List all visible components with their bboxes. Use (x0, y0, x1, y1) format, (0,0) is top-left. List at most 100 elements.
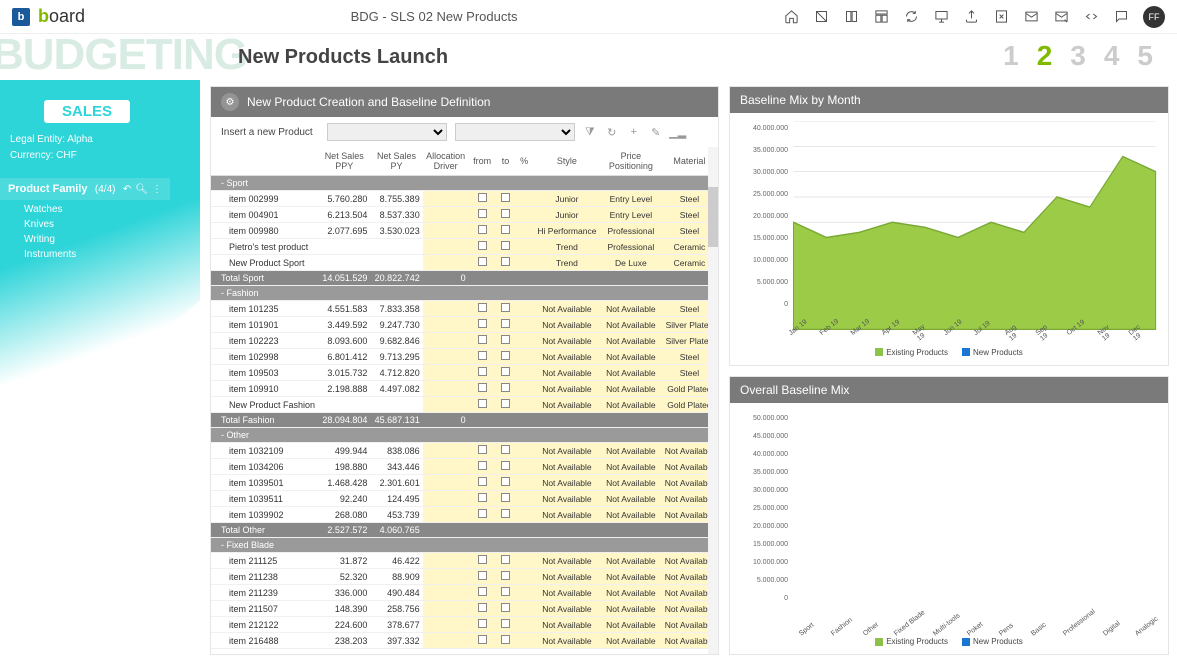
product-family-header[interactable]: Product Family (4/4) ↶ 🔍︎ ⋮ (0, 178, 170, 200)
bar-chart (736, 411, 1162, 415)
menu-icon[interactable]: ⋮ (152, 184, 162, 195)
table-row[interactable]: Pietro's test productTrendProfessionalCe… (211, 239, 718, 255)
column-header[interactable]: Price Positioning (601, 147, 661, 176)
total-row: Total Other2.527.5724.060.765 (211, 523, 718, 538)
total-row: Total Fashion28.094.80445.687.1310 (211, 413, 718, 428)
table-row[interactable]: item 1032109499.944838.086Not AvailableN… (211, 443, 718, 459)
table-row[interactable]: item 1029986.801.4129.713.295Not Availab… (211, 349, 718, 365)
table-row[interactable]: item 1095033.015.7324.712.820Not Availab… (211, 365, 718, 381)
column-header[interactable]: Style (533, 147, 601, 176)
panel-header-chart1: Baseline Mix by Month (730, 87, 1168, 113)
step-3[interactable]: 3 (1070, 40, 1086, 72)
column-header[interactable]: from (469, 147, 496, 176)
group-header[interactable]: - Fashion (211, 286, 718, 301)
app-logo-badge: b (12, 8, 30, 26)
column-header[interactable]: Net Sales PY (370, 147, 422, 176)
total-row: Total Sport14.051.52920.822.7420 (211, 271, 718, 286)
product-family-count: (4/4) (95, 184, 116, 195)
table-row[interactable]: item 1039902268.080453.739Not AvailableN… (211, 507, 718, 523)
table-row[interactable]: item 1019013.449.5929.247.730Not Availab… (211, 317, 718, 333)
table-row[interactable]: item 10395011.468.4282.301.601Not Availa… (211, 475, 718, 491)
table-row[interactable]: New Product FashionNot AvailableNot Avai… (211, 397, 718, 413)
background-title: BUDGETING (0, 30, 247, 80)
overall-baseline-panel: Overall Baseline Mix 50.000.00045.000.00… (729, 376, 1169, 656)
home-icon[interactable] (783, 9, 799, 25)
table-row[interactable]: item 1022238.093.6009.682.846Not Availab… (211, 333, 718, 349)
family-item[interactable]: Watches (24, 202, 76, 217)
table-row[interactable]: item 21112531.87246.422Not AvailableNot … (211, 553, 718, 569)
refresh-icon[interactable] (903, 9, 919, 25)
step-4[interactable]: 4 (1104, 40, 1120, 72)
table-row[interactable]: item 1034206198.880343.446Not AvailableN… (211, 459, 718, 475)
toolbar-icons: FF (783, 6, 1165, 28)
mail-icon[interactable] (1023, 9, 1039, 25)
group-header[interactable]: - Fixed Blade (211, 538, 718, 553)
baseline-month-panel: Baseline Mix by Month 40.000.00035.000.0… (729, 86, 1169, 366)
code-icon[interactable] (1083, 9, 1099, 25)
panel-header-left: ⚙︎ New Product Creation and Baseline Def… (211, 87, 718, 117)
column-header[interactable] (211, 147, 318, 176)
app-logo-text: board (38, 6, 85, 27)
area-chart: 40.000.00035.000.00030.000.00025.000.000… (736, 121, 1162, 330)
export-icon[interactable] (963, 9, 979, 25)
step-2[interactable]: 2 (1037, 40, 1053, 72)
chart2-body: 50.000.00045.000.00040.000.00035.000.000… (730, 403, 1168, 655)
table-row[interactable]: item 1099102.198.8884.497.082Not Availab… (211, 381, 718, 397)
product-table[interactable]: Net Sales PPYNet Sales PYAllocation Driv… (211, 147, 718, 654)
panel-title-chart2: Overall Baseline Mix (740, 383, 849, 397)
table-row[interactable]: item 103951192.240124.495Not AvailableNo… (211, 491, 718, 507)
edit-icon[interactable]: ✎ (649, 125, 663, 139)
chart-icon[interactable]: ▁▂ (671, 125, 685, 139)
panel-title-chart1: Baseline Mix by Month (740, 93, 861, 107)
column-header[interactable]: % (515, 147, 533, 176)
column-header[interactable]: Allocation Driver (423, 147, 469, 176)
sales-badge: SALES (44, 100, 130, 123)
table-row[interactable]: item 0049016.213.5048.537.330JuniorEntry… (211, 207, 718, 223)
table-row[interactable]: item 1012354.551.5837.833.358Not Availab… (211, 301, 718, 317)
chat-icon[interactable] (1113, 9, 1129, 25)
insert-label: Insert a new Product (221, 127, 313, 138)
product-creation-panel: ⚙︎ New Product Creation and Baseline Def… (210, 86, 719, 655)
group-header[interactable]: - Other (211, 428, 718, 443)
insert-select-2[interactable] (455, 123, 575, 141)
product-family-list: WatchesKnivesWritingInstruments (24, 202, 76, 262)
header-strip: BUDGETING New Products Launch 12345 (0, 34, 1177, 80)
group-header[interactable]: - Sport (211, 176, 718, 191)
table-row[interactable]: item 211507148.390258.756Not AvailableNo… (211, 601, 718, 617)
step-5[interactable]: 5 (1137, 40, 1153, 72)
insert-toolbar: Insert a new Product ⧩ ↻ + ✎ ▁▂ (211, 117, 718, 147)
excel-icon[interactable] (993, 9, 1009, 25)
add-icon[interactable]: + (627, 125, 641, 139)
present-icon[interactable] (933, 9, 949, 25)
column-header[interactable]: to (496, 147, 516, 176)
reload-icon[interactable]: ↻ (605, 125, 619, 139)
family-item[interactable]: Instruments (24, 247, 76, 262)
table-row[interactable]: item 211239336.000490.484Not AvailableNo… (211, 585, 718, 601)
insert-select-1[interactable] (327, 123, 447, 141)
family-item[interactable]: Knives (24, 217, 76, 232)
right-column: Baseline Mix by Month 40.000.00035.000.0… (729, 86, 1169, 655)
gear-icon[interactable]: ⚙︎ (221, 93, 239, 111)
scrollbar[interactable] (708, 147, 718, 654)
family-item[interactable]: Writing (24, 232, 76, 247)
step-1[interactable]: 1 (1003, 40, 1019, 72)
book-icon[interactable] (843, 9, 859, 25)
table-row[interactable]: item 0099802.077.6953.530.023Hi Performa… (211, 223, 718, 239)
filter-icon[interactable]: ⧩ (583, 125, 597, 139)
table-row[interactable]: New Product SportTrendDe LuxeCeramic (211, 255, 718, 271)
undo-icon[interactable]: ↶ (123, 184, 131, 195)
chart1-body: 40.000.00035.000.00030.000.00025.000.000… (730, 113, 1168, 365)
page-title: New Products Launch (238, 46, 448, 69)
layout-icon[interactable] (873, 9, 889, 25)
window-title: BDG - SLS 02 New Products (85, 9, 783, 24)
main-content: ⚙︎ New Product Creation and Baseline Def… (210, 86, 1169, 655)
column-header[interactable]: Net Sales PPY (318, 147, 370, 176)
table-row[interactable]: item 0029995.760.2808.755.389JuniorEntry… (211, 191, 718, 207)
table-row[interactable]: item 21123852.32088.909Not AvailableNot … (211, 569, 718, 585)
search-icon[interactable]: 🔍︎ (135, 184, 148, 195)
table-row[interactable]: item 212122224.600378.677Not AvailableNo… (211, 617, 718, 633)
avatar[interactable]: FF (1143, 6, 1165, 28)
table-row[interactable]: item 216488238.203397.332Not AvailableNo… (211, 633, 718, 649)
selection-icon[interactable] (813, 9, 829, 25)
mail-send-icon[interactable] (1053, 9, 1069, 25)
